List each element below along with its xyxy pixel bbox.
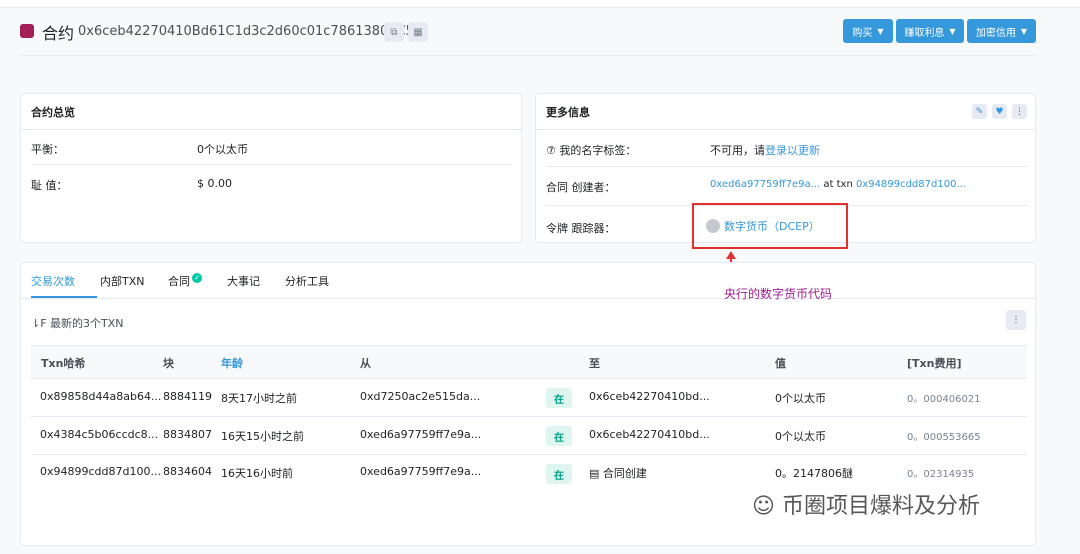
verified-check-icon: ✓ bbox=[192, 273, 202, 283]
col-from: 从 bbox=[360, 357, 371, 370]
watermark: ☺ 币圈项目爆料及分析 bbox=[752, 494, 980, 519]
edit-wand-icon[interactable]: ✎ bbox=[972, 104, 987, 119]
crypto-credit-button[interactable]: 加密信用 ▼ bbox=[967, 19, 1036, 43]
txn-value: 0。2147806醚 bbox=[775, 467, 853, 480]
tab-events[interactable]: 大事记 bbox=[227, 273, 260, 289]
divider bbox=[536, 129, 1035, 130]
from-address-link[interactable]: 0xd7250ac2e515da... bbox=[360, 390, 480, 403]
col-txn-hash: Txn哈希 bbox=[41, 357, 86, 370]
value-value: $ 0.00 bbox=[197, 177, 232, 190]
divider bbox=[31, 164, 513, 165]
tab-contract[interactable]: 合同 ✓ bbox=[168, 273, 202, 289]
heart-icon[interactable]: ♥ bbox=[992, 104, 1007, 119]
creator-label: 合同 创建者： bbox=[546, 181, 616, 194]
chevron-down-icon: ▼ bbox=[949, 26, 956, 36]
block-link[interactable]: 8884119 bbox=[163, 390, 212, 403]
txn-value: 0个以太币 bbox=[775, 430, 826, 443]
txn-age: 8天17小时之前 bbox=[221, 392, 297, 405]
direction-in-badge: 在 bbox=[546, 388, 572, 408]
col-block: 块 bbox=[163, 357, 174, 370]
table-options-icon[interactable]: ⋮ bbox=[1006, 310, 1026, 330]
tab-analytics[interactable]: 分析工具 bbox=[285, 273, 329, 289]
name-tag-label: ⑦ 我的名字标签： bbox=[546, 144, 637, 157]
creator-address-link[interactable]: 0xed6a97759ff7e9a... bbox=[710, 179, 820, 190]
tab-internal-txn[interactable]: 内部TXN bbox=[100, 273, 144, 289]
name-tag-value: 不可用，请登录以更新 bbox=[710, 144, 820, 157]
creator-value: 0xed6a97759ff7e9a... at txn 0x94899cdd87… bbox=[710, 179, 966, 190]
txn-fee: 0。000406021 bbox=[907, 394, 981, 405]
from-address-link[interactable]: 0xed6a97759ff7e9a... bbox=[360, 428, 481, 441]
contract-creation: ▤ 合同创建 bbox=[589, 467, 647, 480]
row-divider bbox=[31, 454, 1027, 455]
header-divider bbox=[20, 55, 1036, 56]
divider bbox=[546, 166, 1028, 167]
qr-code-icon[interactable]: ▦ bbox=[408, 22, 428, 42]
top-strip bbox=[0, 0, 1080, 8]
txn-age: 16天15小时之前 bbox=[221, 430, 304, 443]
txn-fee: 0。000553665 bbox=[907, 432, 981, 443]
divider bbox=[21, 129, 521, 130]
chevron-down-icon: ▼ bbox=[877, 26, 884, 36]
page-header: 合约 0x6ceb42270410Bd61C1d3c2d60c01c786138… bbox=[20, 18, 1036, 48]
to-address: 0x6ceb42270410bd... bbox=[589, 390, 710, 403]
more-info-title: 更多信息 bbox=[546, 106, 590, 119]
copy-icon[interactable]: ⧉ bbox=[384, 22, 404, 42]
overview-card: 合约总览 平衡： 0个以太币 耻 值： $ 0.00 bbox=[20, 93, 522, 243]
direction-in-badge: 在 bbox=[546, 464, 572, 484]
login-link[interactable]: 登录以更新 bbox=[765, 144, 820, 157]
more-options-icon[interactable]: ⋮ bbox=[1012, 104, 1027, 119]
balance-value: 0个以太币 bbox=[197, 143, 248, 156]
wechat-icon: ☺ bbox=[752, 494, 775, 519]
token-tracker-label: 令牌 跟踪器： bbox=[546, 222, 616, 235]
buy-button[interactable]: 购买 ▼ bbox=[843, 19, 893, 43]
overview-title: 合约总览 bbox=[31, 106, 75, 119]
txn-hash-link[interactable]: 0x4384c5b06ccdc8... bbox=[40, 428, 158, 441]
contract-logo-icon bbox=[20, 24, 34, 38]
block-link[interactable]: 8834807 bbox=[163, 428, 212, 441]
creator-txn-link[interactable]: 0x94899cdd87d100... bbox=[856, 179, 966, 190]
latest-txn-label: ⇂F 最新的3个TXN bbox=[31, 317, 124, 330]
table-header-row bbox=[31, 345, 1027, 379]
tab-transactions[interactable]: 交易次数 bbox=[31, 273, 75, 289]
from-address-link[interactable]: 0xed6a97759ff7e9a... bbox=[360, 465, 481, 478]
direction-in-badge: 在 bbox=[546, 426, 572, 446]
earn-interest-button[interactable]: 赚取利息 ▼ bbox=[896, 19, 964, 43]
contract-address: 0x6ceb42270410Bd61C1d3c2d60c01c78613803C… bbox=[78, 24, 423, 39]
annotation-text: 央行的数字货币代码 bbox=[724, 287, 833, 301]
col-age[interactable]: 年龄 bbox=[221, 355, 243, 371]
divider bbox=[21, 298, 1035, 299]
page-title: 合约 bbox=[42, 24, 75, 43]
col-to: 至 bbox=[589, 357, 600, 370]
txn-hash-link[interactable]: 0x94899cdd87d100... bbox=[40, 465, 161, 478]
row-divider bbox=[31, 416, 1027, 417]
col-fee[interactable]: [Txn费用] bbox=[907, 355, 961, 371]
txn-fee: 0。02314935 bbox=[907, 469, 975, 480]
to-address: 0x6ceb42270410bd... bbox=[589, 428, 710, 441]
col-value: 值 bbox=[775, 357, 786, 370]
txn-value: 0个以太币 bbox=[775, 392, 826, 405]
balance-label: 平衡： bbox=[31, 143, 64, 156]
highlight-box bbox=[692, 203, 848, 249]
value-label: 耻 值： bbox=[31, 179, 68, 192]
txn-hash-link[interactable]: 0x89858d44a8ab64... bbox=[40, 390, 161, 403]
chevron-down-icon: ▼ bbox=[1020, 26, 1028, 36]
block-link[interactable]: 8834604 bbox=[163, 465, 212, 478]
txn-age: 16天16小时前 bbox=[221, 467, 293, 480]
